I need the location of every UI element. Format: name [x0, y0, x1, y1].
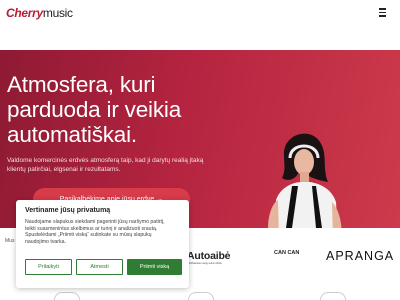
cookie-buttons: Pritaikyti Atmesti Priimti viską	[25, 259, 182, 275]
hero-description: Valdome komercinės erdvės atmosferą taip…	[7, 157, 204, 173]
apranga-logo: APRANGA	[326, 249, 395, 263]
site-header: Cherrymusic	[0, 0, 400, 25]
autoaibe-logo: Autoaibė	[187, 250, 231, 262]
hamburger-icon[interactable]	[376, 6, 390, 20]
cookie-title: Vertiname jūsų privatumą	[25, 207, 111, 214]
customize-button[interactable]: Pritaikyti	[25, 259, 72, 275]
cherry-music-logo[interactable]: Cherrymusic	[6, 6, 73, 20]
autoaibe-tagline: didžiausias naujų automobilių	[188, 262, 222, 265]
hero-person-image	[268, 133, 342, 228]
feature-icon	[188, 292, 214, 300]
cookie-consent-dialog: Vertiname jūsų privatumą Naudojame slapu…	[16, 200, 189, 288]
cookie-text: Naudojame slapukus siekdami pagerinti jū…	[25, 219, 165, 245]
cancan-logo: CAN CAN	[274, 250, 300, 256]
accept-all-button[interactable]: Priimti viską	[127, 259, 182, 275]
reject-button[interactable]: Atmesti	[76, 259, 123, 275]
feature-icon	[320, 292, 346, 300]
feature-icon	[54, 292, 80, 300]
logo-sub-text: music	[42, 5, 73, 20]
hero-title: Atmosfera, kuri parduoda ir veikia autom…	[7, 72, 182, 147]
bottom-feature-icons	[0, 292, 400, 300]
clients-label: Mus	[5, 238, 15, 244]
logo-main-text: Cherry	[6, 5, 43, 20]
